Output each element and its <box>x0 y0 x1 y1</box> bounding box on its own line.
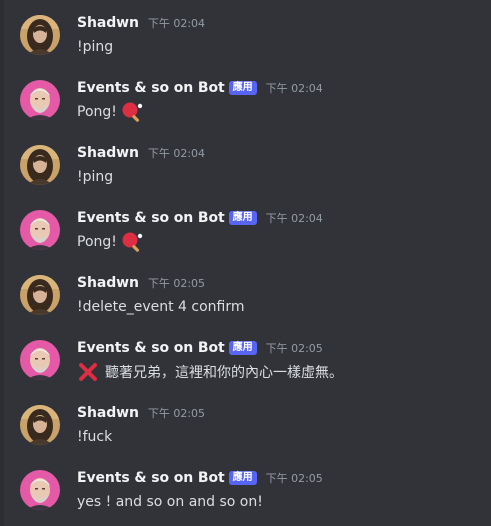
bot-avatar[interactable] <box>20 470 60 510</box>
app-badge: 應用 <box>228 341 257 355</box>
message-timestamp[interactable]: 下午 02:05 <box>148 275 205 291</box>
red-x-icon[interactable] <box>77 361 99 383</box>
message-content: Pong! <box>77 231 143 253</box>
author-name[interactable]: Shadwn <box>77 405 139 421</box>
message-content: !delete_event 4 confirm <box>77 296 245 318</box>
message-content: !ping <box>77 36 113 58</box>
message-text: !ping <box>77 39 114 55</box>
message-timestamp[interactable]: 下午 02:05 <box>266 340 323 356</box>
message-item[interactable]: Shadwn 下午 02:05 !fuck <box>0 403 491 463</box>
message-content: Pong! <box>77 101 143 123</box>
message-header: Events & so on Bot 應用 下午 02:05 <box>77 338 323 358</box>
message-timestamp[interactable]: 下午 02:04 <box>148 145 205 161</box>
app-badge: 應用 <box>228 81 257 95</box>
message-header: Shadwn 下午 02:05 <box>77 403 205 423</box>
message-timestamp[interactable]: 下午 02:04 <box>266 210 323 226</box>
user-avatar[interactable] <box>20 15 60 55</box>
user-avatar[interactable] <box>20 145 60 185</box>
message-content: yes ! and so on and so on! <box>77 491 263 513</box>
message-header: Shadwn 下午 02:05 <box>77 273 205 293</box>
message-text: yes ! and so on and so on! <box>77 494 263 510</box>
message-timestamp[interactable]: 下午 02:05 <box>148 405 205 421</box>
message-content: !ping <box>77 166 113 188</box>
message-text: 聽著兄弟，這裡和你的內心一樣虛無。 <box>105 365 343 381</box>
message-header: Shadwn 下午 02:04 <box>77 13 205 33</box>
message-text: !fuck <box>77 429 113 445</box>
message-header: Events & so on Bot 應用 下午 02:04 <box>77 208 323 228</box>
message-content: 聽著兄弟，這裡和你的內心一樣虛無。 <box>77 361 343 383</box>
message-item[interactable]: Shadwn 下午 02:05 !delete_event 4 confirm <box>0 273 491 333</box>
message-item[interactable]: Events & so on Bot 應用 下午 02:04 Pong! <box>0 78 491 138</box>
message-text: !ping <box>77 169 114 185</box>
bot-avatar[interactable] <box>20 210 60 250</box>
message-timestamp[interactable]: 下午 02:05 <box>266 470 323 486</box>
message-text: Pong! <box>77 104 117 120</box>
author-name[interactable]: Events & so on Bot <box>77 210 225 226</box>
message-header: Events & so on Bot 應用 下午 02:05 <box>77 468 323 488</box>
ping-pong-icon[interactable] <box>121 101 143 123</box>
app-badge: 應用 <box>228 211 257 225</box>
message-item[interactable]: Events & so on Bot 應用 下午 02:05 聽著兄弟，這裡和你… <box>0 338 491 398</box>
author-name[interactable]: Events & so on Bot <box>77 470 225 486</box>
message-timestamp[interactable]: 下午 02:04 <box>148 15 205 31</box>
user-avatar[interactable] <box>20 405 60 445</box>
message-header: Shadwn 下午 02:04 <box>77 143 205 163</box>
app-badge: 應用 <box>228 471 257 485</box>
chat-message-list[interactable]: Shadwn 下午 02:04 !ping Events & so on Bot… <box>0 0 491 526</box>
author-name[interactable]: Shadwn <box>77 15 139 31</box>
message-header: Events & so on Bot 應用 下午 02:04 <box>77 78 323 98</box>
user-avatar[interactable] <box>20 275 60 315</box>
message-content: !fuck <box>77 426 112 448</box>
message-text: !delete_event 4 confirm <box>77 299 245 315</box>
message-item[interactable]: Shadwn 下午 02:04 !ping <box>0 13 491 73</box>
bot-avatar[interactable] <box>20 80 60 120</box>
author-name[interactable]: Events & so on Bot <box>77 340 225 356</box>
message-item[interactable]: Events & so on Bot 應用 下午 02:05 yes ! and… <box>0 468 491 526</box>
author-name[interactable]: Events & so on Bot <box>77 80 225 96</box>
message-timestamp[interactable]: 下午 02:04 <box>266 80 323 96</box>
message-item[interactable]: Events & so on Bot 應用 下午 02:04 Pong! <box>0 208 491 268</box>
ping-pong-icon[interactable] <box>121 231 143 253</box>
author-name[interactable]: Shadwn <box>77 275 139 291</box>
message-item[interactable]: Shadwn 下午 02:04 !ping <box>0 143 491 203</box>
message-text: Pong! <box>77 234 117 250</box>
author-name[interactable]: Shadwn <box>77 145 139 161</box>
bot-avatar[interactable] <box>20 340 60 380</box>
